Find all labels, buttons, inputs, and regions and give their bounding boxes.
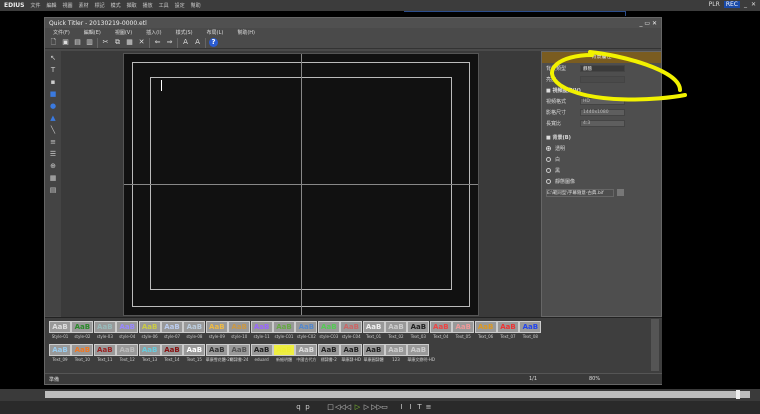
annotation-highlight <box>550 50 687 102</box>
